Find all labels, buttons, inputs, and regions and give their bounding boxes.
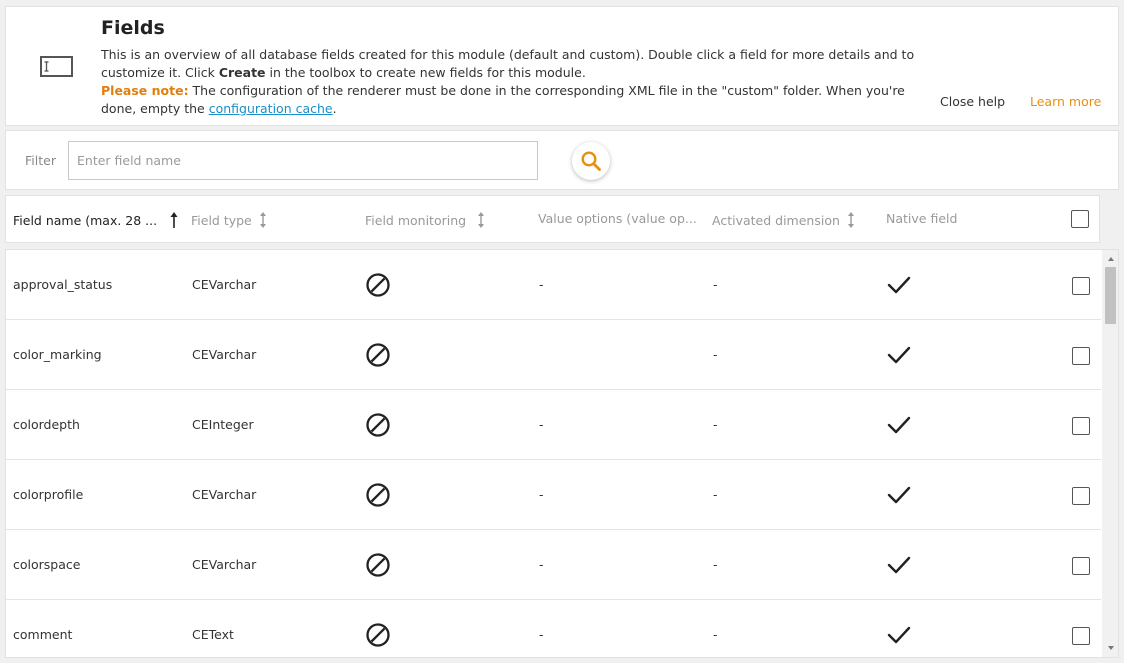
row-select-checkbox[interactable] bbox=[1072, 627, 1090, 645]
configuration-cache-link[interactable]: configuration cache bbox=[209, 101, 333, 116]
activated-dimension-cell: - bbox=[713, 627, 718, 642]
row-select-checkbox[interactable] bbox=[1072, 557, 1090, 575]
activated-dimension-cell: - bbox=[713, 557, 718, 572]
learn-more-link[interactable]: Learn more bbox=[1030, 94, 1101, 109]
monitoring-disabled-icon bbox=[364, 341, 392, 369]
sort-icon bbox=[846, 211, 856, 229]
help-note-end: . bbox=[332, 101, 337, 116]
filter-input[interactable] bbox=[68, 141, 538, 180]
help-text-create: Create bbox=[218, 65, 266, 80]
search-icon bbox=[580, 150, 602, 172]
monitoring-disabled-icon bbox=[364, 621, 392, 649]
table-row[interactable]: color_marking CEVarchar - bbox=[6, 320, 1101, 390]
checkmark-icon bbox=[885, 621, 913, 649]
field-name-cell: comment bbox=[13, 627, 73, 642]
row-select-checkbox[interactable] bbox=[1072, 417, 1090, 435]
scroll-up-arrow-icon[interactable] bbox=[1102, 252, 1118, 266]
scroll-down-arrow-icon[interactable] bbox=[1102, 641, 1118, 655]
table-row[interactable]: approval_status CEVarchar - - bbox=[6, 250, 1101, 320]
column-header-field-name[interactable]: Field name (max. 28 ... bbox=[13, 211, 179, 229]
select-all-checkbox[interactable] bbox=[1071, 210, 1089, 228]
help-panel: Fields This is an overview of all databa… bbox=[5, 6, 1119, 126]
column-header-native-field[interactable]: Native field bbox=[886, 211, 957, 226]
field-type-cell: CEVarchar bbox=[192, 347, 257, 362]
column-header-label: Field monitoring bbox=[365, 212, 467, 228]
column-header-label: Field type bbox=[191, 212, 252, 228]
monitoring-disabled-icon bbox=[364, 271, 392, 299]
field-type-cell: CEInteger bbox=[192, 417, 254, 432]
column-header-value-options[interactable]: Value options (value op... bbox=[538, 211, 697, 226]
filter-label: Filter bbox=[25, 153, 56, 168]
field-name-cell: color_marking bbox=[13, 347, 102, 362]
checkmark-icon bbox=[885, 551, 913, 579]
help-text-part: in the toolbox to create new fields for … bbox=[265, 65, 586, 80]
text-field-icon bbox=[39, 54, 75, 80]
close-help-link[interactable]: Close help bbox=[940, 94, 1005, 109]
column-header-activated-dimension[interactable]: Activated dimension bbox=[712, 211, 856, 229]
field-name-cell: approval_status bbox=[13, 277, 113, 292]
field-name-cell: colorspace bbox=[13, 557, 81, 572]
table-row[interactable]: comment CEText - - bbox=[6, 600, 1101, 657]
value-options-cell: - bbox=[539, 627, 544, 642]
column-header-field-type[interactable]: Field type bbox=[191, 211, 268, 229]
table-body: approval_status CEVarchar - - color_marking C… bbox=[5, 249, 1119, 658]
activated-dimension-cell: - bbox=[713, 417, 718, 432]
table-row[interactable]: colordepth CEInteger - - bbox=[6, 390, 1101, 460]
field-type-cell: CEVarchar bbox=[192, 487, 257, 502]
checkmark-icon bbox=[885, 481, 913, 509]
monitoring-disabled-icon bbox=[364, 481, 392, 509]
field-type-cell: CEVarchar bbox=[192, 557, 257, 572]
column-header-label: Field name (max. 28 ... bbox=[13, 212, 158, 228]
monitoring-disabled-icon bbox=[364, 411, 392, 439]
monitoring-disabled-icon bbox=[364, 551, 392, 579]
field-name-cell: colorprofile bbox=[13, 487, 84, 502]
vertical-scrollbar[interactable] bbox=[1102, 250, 1118, 657]
table-row[interactable]: colorprofile CEVarchar - - bbox=[6, 460, 1101, 530]
table-row[interactable]: colorspace CEVarchar - - bbox=[6, 530, 1101, 600]
value-options-cell: - bbox=[539, 277, 544, 292]
row-select-checkbox[interactable] bbox=[1072, 487, 1090, 505]
value-options-cell: - bbox=[539, 417, 544, 432]
activated-dimension-cell: - bbox=[713, 347, 718, 362]
row-select-checkbox[interactable] bbox=[1072, 347, 1090, 365]
column-header-label: Activated dimension bbox=[712, 212, 840, 228]
help-note-label: Please note: bbox=[101, 83, 189, 98]
value-options-cell: - bbox=[539, 487, 544, 502]
table-header: Field name (max. 28 ... Field type Field… bbox=[5, 195, 1100, 243]
checkmark-icon bbox=[885, 271, 913, 299]
column-header-field-monitoring[interactable]: Field monitoring bbox=[365, 211, 486, 229]
row-select-checkbox[interactable] bbox=[1072, 277, 1090, 295]
scrollbar-thumb[interactable] bbox=[1105, 267, 1116, 324]
sort-icon bbox=[476, 211, 486, 229]
field-type-cell: CEText bbox=[192, 627, 234, 642]
checkmark-icon bbox=[885, 341, 913, 369]
sort-ascending-icon bbox=[169, 211, 179, 229]
activated-dimension-cell: - bbox=[713, 277, 718, 292]
page-title: Fields bbox=[101, 17, 165, 39]
search-button[interactable] bbox=[572, 142, 610, 180]
checkmark-icon bbox=[885, 411, 913, 439]
activated-dimension-cell: - bbox=[713, 487, 718, 502]
sort-icon bbox=[258, 211, 268, 229]
field-name-cell: colordepth bbox=[13, 417, 80, 432]
field-type-cell: CEVarchar bbox=[192, 277, 257, 292]
help-description: This is an overview of all database fiel… bbox=[101, 46, 941, 118]
column-header-label: Native field bbox=[886, 211, 958, 226]
filter-bar: Filter bbox=[5, 130, 1119, 190]
value-options-cell: - bbox=[539, 557, 544, 572]
column-header-label: Value options (value op... bbox=[538, 211, 697, 226]
